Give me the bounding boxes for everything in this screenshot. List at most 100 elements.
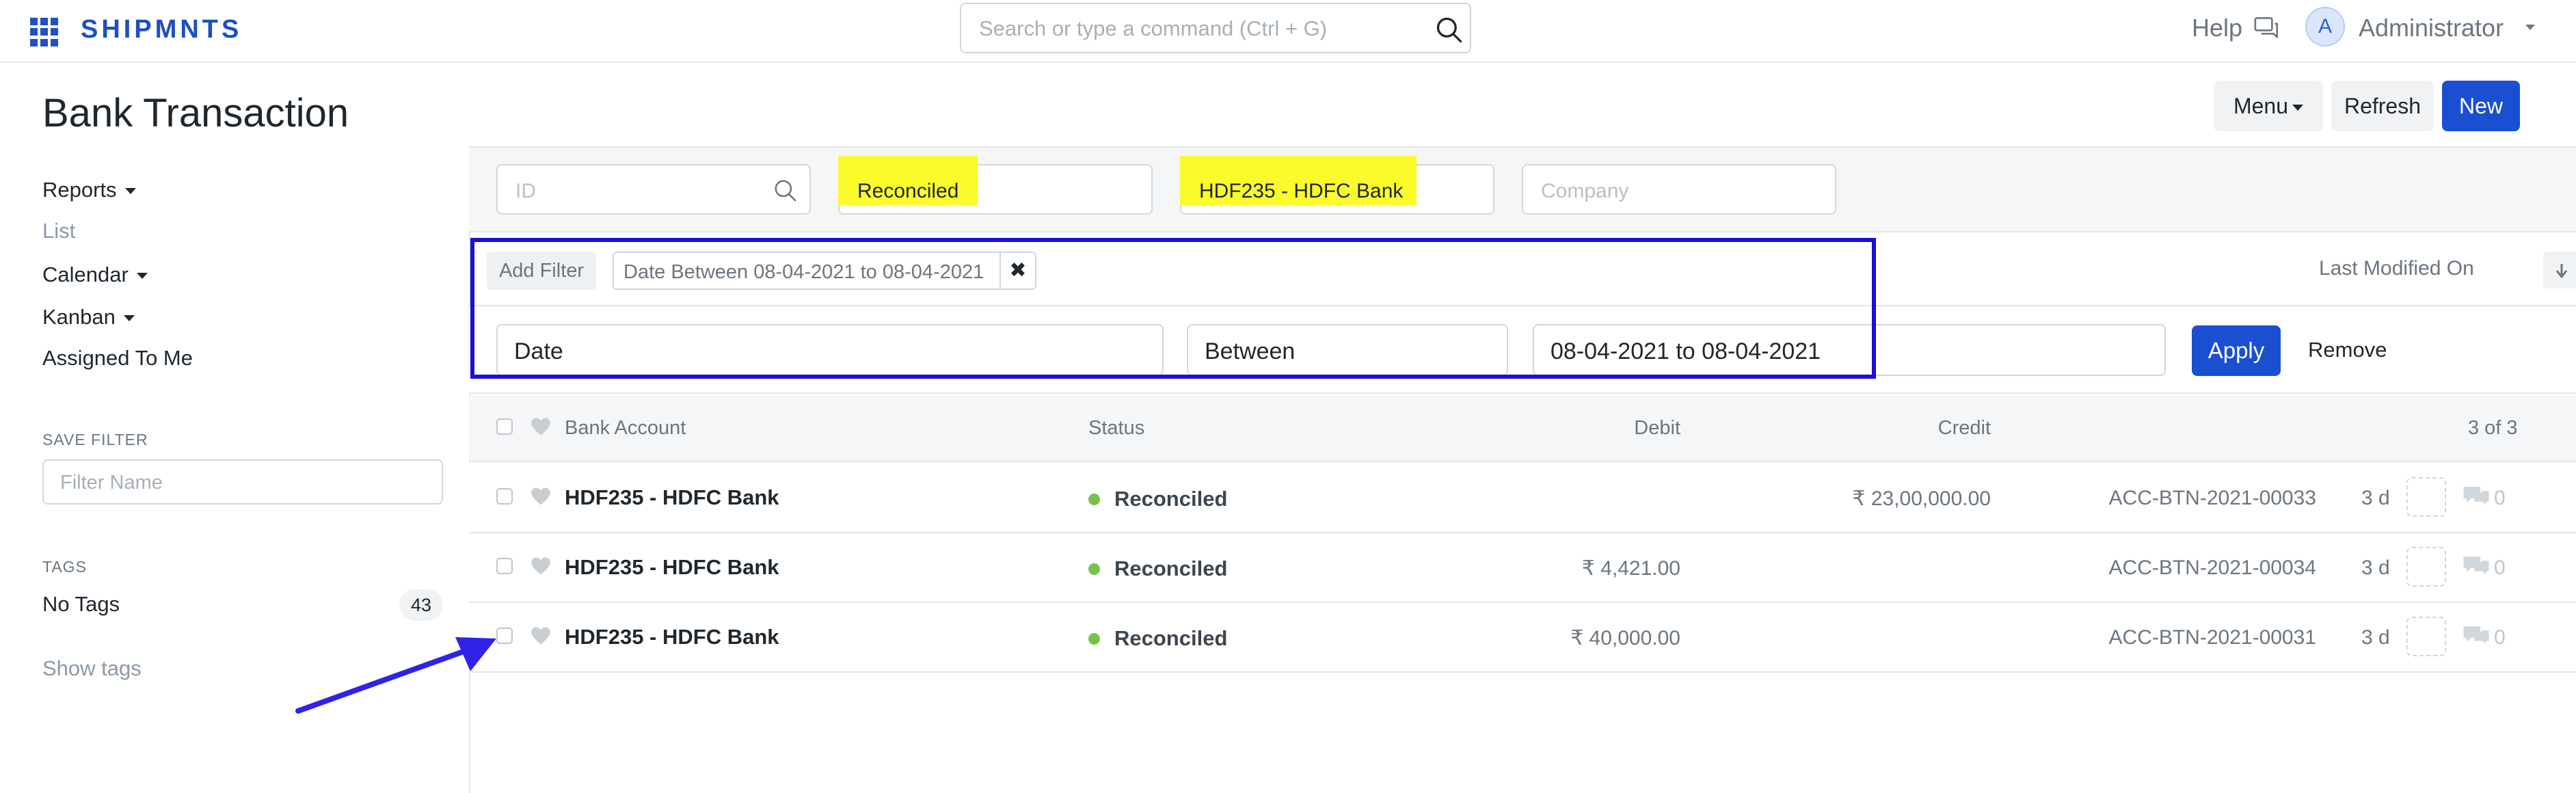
brand-logo[interactable]: SHIPMNTS	[81, 15, 242, 44]
filter-name-placeholder: Filter Name	[60, 472, 163, 494]
assign-avatar-placeholder[interactable]	[2406, 477, 2446, 517]
apply-filter-button[interactable]: Apply	[2192, 325, 2281, 376]
row-bank-account[interactable]: HDF235 - HDFC Bank	[565, 485, 779, 510]
page-title: Bank Transaction	[42, 91, 349, 135]
chat-help-icon[interactable]	[2253, 16, 2281, 41]
status-indicator-dot	[1088, 563, 1100, 575]
assign-avatar-placeholder[interactable]	[2406, 547, 2446, 587]
column-header-credit[interactable]: Credit	[1938, 417, 1991, 440]
table-row[interactable]: HDF235 - HDFC Bank Reconciled ₹ 4,421.00 AC…	[469, 533, 2576, 603]
select-all-checkbox[interactable]	[496, 418, 513, 435]
condition-operator-value: Between	[1205, 338, 1296, 364]
status-indicator-dot	[1088, 633, 1100, 645]
tag-count-badge: 43	[399, 589, 443, 621]
condition-value-input[interactable]: 08-04-2021 to 08-04-2021	[1533, 324, 2166, 376]
standard-filter-bar: ID Reconciled HDF235 - HDFC Bank Company	[469, 148, 2576, 232]
row-modified-age: 3 d	[2361, 556, 2390, 579]
row-comment-count: 0	[2494, 626, 2506, 649]
remove-condition-button[interactable]: Remove	[2308, 338, 2387, 362]
status-indicator-dot	[1088, 494, 1100, 505]
condition-operator-select[interactable]: Between	[1187, 324, 1508, 376]
table-row[interactable]: HDF235 - HDFC Bank Reconciled ₹ 40,000.00 A…	[469, 603, 2576, 673]
user-menu-caret-icon[interactable]	[2525, 25, 2535, 30]
assign-avatar-placeholder[interactable]	[2406, 617, 2446, 656]
add-filter-button[interactable]: Add Filter	[487, 252, 596, 290]
menu-button[interactable]: Menu	[2214, 81, 2323, 131]
status-filter-input[interactable]: Reconciled	[838, 156, 1153, 215]
navbar: SHIPMNTS Search or type a command (Ctrl …	[0, 0, 2576, 63]
column-header-bank-account[interactable]: Bank Account	[565, 417, 686, 440]
filter-row: Add Filter Date Between 08-04-2021 to 08…	[469, 234, 2576, 306]
help-menu[interactable]: Help	[2192, 14, 2242, 42]
company-placeholder: Company	[1541, 180, 1629, 202]
table-row[interactable]: HDF235 - HDFC Bank Reconciled ₹ 23,00,000.…	[469, 463, 2576, 533]
active-filter-pill[interactable]: Date Between 08-04-2021 to 08-04-2021 ✖	[613, 252, 1036, 290]
caret-down-icon	[124, 188, 136, 195]
caret-down-icon	[2292, 105, 2304, 111]
row-credit: ₹ 23,00,000.00	[1852, 487, 1991, 510]
user-avatar[interactable]: A	[2305, 7, 2345, 46]
column-header-status[interactable]: Status	[1088, 417, 1144, 440]
row-comment-count: 0	[2494, 556, 2506, 579]
condition-value-text: 08-04-2021 to 08-04-2021	[1551, 338, 1821, 364]
bank-account-filter-input[interactable]: HDF235 - HDFC Bank	[1180, 156, 1494, 215]
sidebar-assigned-to-me[interactable]: Assigned To Me	[42, 346, 193, 371]
list-count: 3 of 3	[2468, 417, 2518, 439]
row-name[interactable]: ACC-BTN-2021-00031	[2109, 626, 2316, 649]
refresh-button[interactable]: Refresh	[2331, 81, 2434, 131]
new-button[interactable]: New	[2442, 81, 2520, 131]
condition-field-value: Date	[514, 338, 563, 364]
apps-grid-icon[interactable]	[30, 18, 59, 46]
comment-icon	[2463, 487, 2489, 505]
comment-icon	[2463, 626, 2489, 645]
heart-icon[interactable]	[531, 556, 551, 576]
filter-name-input[interactable]: Filter Name	[42, 459, 443, 505]
id-placeholder: ID	[515, 180, 536, 202]
row-bank-account[interactable]: HDF235 - HDFC Bank	[565, 625, 779, 649]
row-name[interactable]: ACC-BTN-2021-00033	[2109, 487, 2316, 510]
company-filter-input[interactable]: Company	[1522, 164, 1836, 215]
row-bank-account[interactable]: HDF235 - HDFC Bank	[565, 555, 779, 580]
heart-icon[interactable]	[531, 626, 551, 645]
row-checkbox[interactable]	[496, 558, 513, 574]
sort-order-icon[interactable]	[2543, 252, 2576, 288]
row-checkbox[interactable]	[496, 488, 513, 505]
row-status: Reconciled	[1114, 487, 1228, 511]
show-tags-link[interactable]: Show tags	[42, 656, 142, 681]
sidebar-calendar[interactable]: Calendar	[42, 263, 148, 287]
row-debit: ₹ 4,421.00	[1581, 557, 1680, 580]
search-icon[interactable]	[1434, 15, 1464, 45]
caret-down-icon	[123, 315, 135, 322]
heart-icon[interactable]	[531, 487, 551, 506]
row-debit: ₹ 40,000.00	[1570, 627, 1680, 649]
sidebar-no-tags[interactable]: No Tags	[42, 592, 120, 617]
sidebar-reports[interactable]: Reports	[42, 178, 136, 202]
user-menu[interactable]: Administrator	[2359, 14, 2504, 42]
row-status: Reconciled	[1114, 556, 1228, 580]
arrow-down-icon	[2555, 263, 2568, 278]
row-modified-age: 3 d	[2361, 626, 2390, 649]
search-icon	[775, 180, 796, 202]
save-filter-heading: SAVE FILTER	[42, 431, 148, 448]
remove-filter-icon[interactable]: ✖	[999, 253, 1035, 288]
filter-condition-row: Date Between 08-04-2021 to 08-04-2021 Ap…	[469, 308, 2576, 394]
sort-by-selector[interactable]: Last Modified On	[2319, 257, 2474, 280]
row-comment-count: 0	[2494, 487, 2506, 509]
bank-account-filter-value: HDF235 - HDFC Bank	[1199, 180, 1404, 202]
row-name[interactable]: ACC-BTN-2021-00034	[2109, 556, 2316, 580]
column-header-debit[interactable]: Debit	[1634, 417, 1680, 440]
id-filter-input[interactable]: ID	[496, 164, 811, 215]
row-checkbox[interactable]	[496, 628, 513, 644]
active-filter-label: Date Between 08-04-2021 to 08-04-2021	[623, 261, 984, 283]
sidebar-list[interactable]: List	[42, 219, 75, 243]
heart-icon[interactable]	[531, 417, 551, 436]
sidebar-kanban[interactable]: Kanban	[42, 305, 135, 330]
condition-field-select[interactable]: Date	[496, 324, 1164, 376]
status-filter-value: Reconciled	[857, 180, 959, 202]
list-header-row: Bank Account Status Debit Credit 3 of 3	[469, 395, 2576, 462]
awesomebar-search-input[interactable]: Search or type a command (Ctrl + G)	[960, 3, 1471, 53]
search-placeholder: Search or type a command (Ctrl + G)	[979, 16, 1328, 40]
tags-heading: TAGS	[42, 558, 87, 576]
caret-down-icon	[136, 273, 148, 280]
row-modified-age: 3 d	[2361, 487, 2390, 509]
